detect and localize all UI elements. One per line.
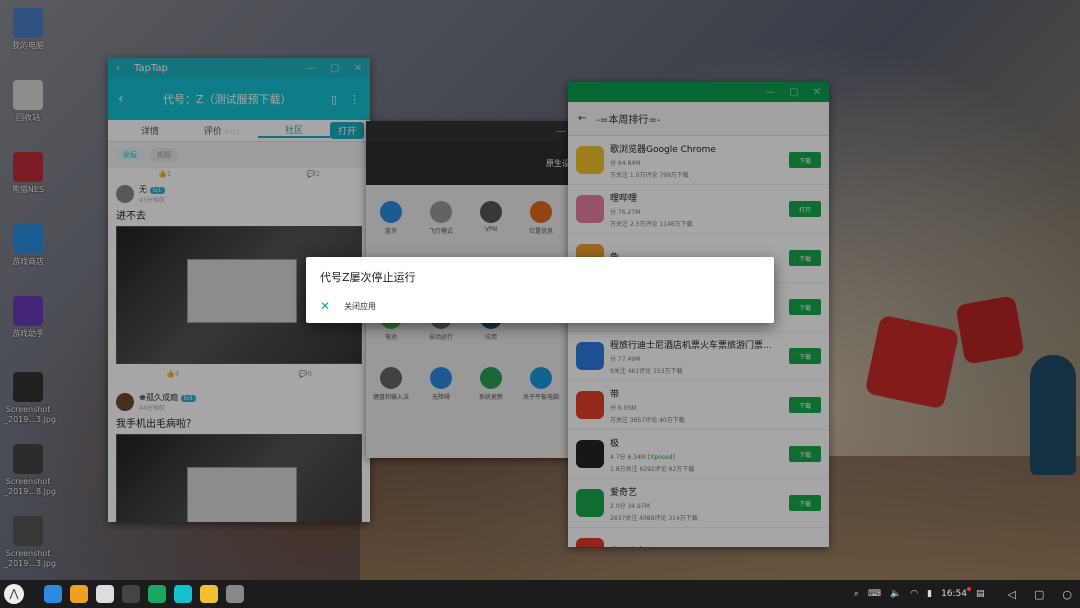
browser-app-icon[interactable] xyxy=(44,585,62,603)
close-app-option[interactable]: ✕ 关闭应用 xyxy=(320,299,760,313)
start-icon: ⋀ xyxy=(4,584,24,604)
volume-icon[interactable]: 🔈 xyxy=(890,589,901,599)
nav-recents-icon[interactable]: ▢ xyxy=(1034,588,1044,601)
notifications-icon[interactable]: ▤ xyxy=(976,589,985,599)
taskbar-apps xyxy=(44,585,244,603)
close-icon: ✕ xyxy=(320,299,331,313)
emoji-app-icon[interactable] xyxy=(200,585,218,603)
close-app-label: 关闭应用 xyxy=(344,301,377,311)
ca-app-icon[interactable] xyxy=(148,585,166,603)
camera-app-icon[interactable] xyxy=(122,585,140,603)
battery-icon[interactable]: ▮ xyxy=(927,589,932,599)
notification-dot xyxy=(967,587,971,591)
crash-dialog: 代号Z屡次停止运行 ✕ 关闭应用 xyxy=(306,257,774,323)
clock[interactable]: 16:54 xyxy=(941,587,971,599)
taptap-app-icon[interactable] xyxy=(174,585,192,603)
keyboard-icon[interactable]: ⌨ xyxy=(868,589,881,599)
nav-back-icon[interactable]: ◁ xyxy=(1008,588,1016,601)
nav-home-icon[interactable]: ○ xyxy=(1062,588,1072,601)
files-app-icon[interactable] xyxy=(70,585,88,603)
dialog-title: 代号Z屡次停止运行 xyxy=(320,271,416,284)
taskbar: ⋀ ⌕ ⌨ 🔈 ◠ ▮ 16:54 ▤ ◁ ▢ ○ xyxy=(0,580,1080,608)
notes-app-icon[interactable] xyxy=(96,585,114,603)
search-icon[interactable]: ⌕ xyxy=(854,589,859,599)
system-tray: ⌕ ⌨ 🔈 ◠ ▮ 16:54 ▤ ◁ ▢ ○ xyxy=(854,587,1080,601)
wifi-icon[interactable]: ◠ xyxy=(910,589,918,599)
game-app-icon[interactable] xyxy=(226,585,244,603)
start-button[interactable]: ⋀ xyxy=(0,580,28,608)
